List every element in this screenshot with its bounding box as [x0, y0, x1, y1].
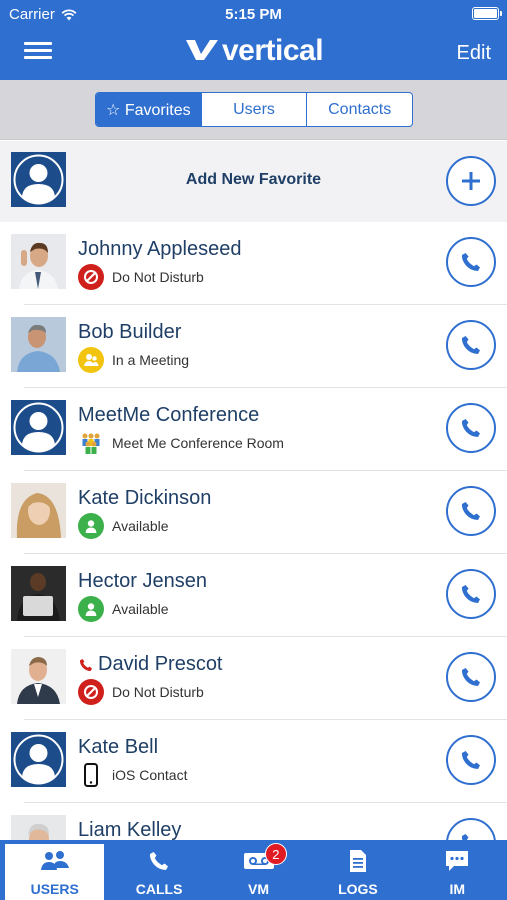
call-button[interactable]	[446, 403, 496, 453]
segment-contacts[interactable]: Contacts	[307, 93, 412, 126]
list-item[interactable]: Hector Jensen Available	[0, 554, 507, 637]
phone-icon	[461, 502, 480, 520]
avatar	[11, 649, 66, 704]
nav-bar: Carrier 5:15 PM vertical Edit	[0, 0, 507, 80]
phone-icon	[461, 834, 469, 840]
voicemail-count-badge: 2	[264, 843, 287, 865]
call-button[interactable]	[446, 486, 496, 536]
tab-label: USERS	[30, 881, 79, 897]
avatar-placeholder-icon	[11, 732, 66, 787]
tab-label: CALLS	[135, 881, 183, 897]
status-time: 5:15 PM	[225, 6, 282, 23]
list-item[interactable]: MeetMe Conference Meet Me Conference Roo…	[0, 388, 507, 471]
do-not-disturb-icon	[78, 679, 104, 705]
on-call-indicator-icon	[79, 658, 92, 671]
contact-status: Available	[112, 518, 169, 534]
favorites-users-contacts-segmented-control: ☆ Favorites Users Contacts	[95, 92, 413, 127]
contact-name: Liam Kelley	[78, 819, 182, 840]
phone-icon	[150, 852, 169, 870]
add-favorite-label: Add New Favorite	[185, 171, 322, 188]
segment-bar: ☆ Favorites Users Contacts	[0, 80, 507, 140]
tab-vm[interactable]: 2 VM	[209, 840, 308, 900]
meeting-icon	[78, 347, 104, 373]
tab-users[interactable]: USERS	[5, 844, 105, 900]
call-button[interactable]	[446, 320, 496, 370]
add-favorite-button[interactable]	[446, 156, 496, 206]
contact-status: Meet Me Conference Room	[112, 435, 284, 451]
tab-im[interactable]: IM	[408, 840, 507, 900]
battery-icon	[472, 7, 502, 20]
list-item[interactable]: Kate Bell iOS Contact	[0, 720, 507, 803]
phone-icon	[461, 751, 480, 769]
contact-status: Do Not Disturb	[112, 269, 204, 285]
list-item[interactable]: Johnny Appleseed Do Not Disturb	[0, 222, 507, 305]
contact-name: Kate Dickinson	[78, 487, 212, 509]
call-button[interactable]	[446, 735, 496, 785]
call-button[interactable]	[446, 569, 496, 619]
tab-label: LOGS	[338, 881, 378, 897]
contact-status: Do Not Disturb	[112, 684, 204, 700]
contact-name: David Prescot	[98, 653, 223, 675]
contact-status: iOS Contact	[112, 767, 188, 783]
phone-device-icon	[78, 762, 104, 788]
tab-label: VM	[248, 881, 270, 897]
segment-favorites[interactable]: ☆ Favorites	[96, 93, 202, 126]
call-button[interactable]	[446, 237, 496, 287]
add-favorite-row[interactable]: Add New Favorite	[0, 141, 507, 222]
available-icon	[78, 513, 104, 539]
tab-logs[interactable]: LOGS	[308, 840, 407, 900]
contact-status: Available	[112, 601, 169, 617]
avatar	[11, 566, 66, 621]
phone-icon	[461, 253, 480, 271]
contact-name: MeetMe Conference	[78, 404, 260, 426]
plus-icon	[462, 172, 480, 190]
conference-room-icon	[78, 430, 104, 456]
favorites-list[interactable]: Johnny Appleseed Do Not Disturb Bob Buil…	[0, 222, 507, 840]
segment-users[interactable]: Users	[202, 93, 308, 126]
avatar	[11, 317, 66, 372]
document-icon	[349, 850, 366, 872]
list-item[interactable]: Kate Dickinson Available	[0, 471, 507, 554]
contact-name: Kate Bell	[78, 736, 159, 758]
call-button[interactable]	[446, 652, 496, 702]
available-icon	[78, 596, 104, 622]
avatar	[11, 483, 66, 538]
logo-text: vertical	[221, 34, 324, 67]
contact-status: In a Meeting	[112, 352, 190, 368]
avatar	[11, 815, 66, 840]
phone-icon	[461, 336, 480, 354]
list-item[interactable]: Liam Kelley	[0, 803, 507, 840]
tab-bar: USERS CALLS 2 VM LOGS IM	[0, 840, 507, 900]
avatar-placeholder-icon	[11, 400, 66, 455]
contact-name: Bob Builder	[78, 321, 182, 343]
list-item[interactable]: Bob Builder In a Meeting	[0, 305, 507, 388]
users-icon	[40, 851, 69, 870]
contact-name: Hector Jensen	[78, 570, 207, 592]
do-not-disturb-icon	[78, 264, 104, 290]
vertical-logo-mark-icon	[185, 40, 218, 60]
contact-name: Johnny Appleseed	[78, 238, 242, 260]
vertical-logo: vertical	[0, 34, 507, 68]
phone-icon	[461, 668, 480, 686]
chat-icon	[446, 851, 469, 871]
status-bar: Carrier 5:15 PM	[0, 0, 507, 28]
avatar	[11, 234, 66, 289]
list-item[interactable]: David Prescot Do Not Disturb	[0, 637, 507, 720]
tab-calls[interactable]: CALLS	[109, 840, 208, 900]
edit-button[interactable]: Edit	[457, 42, 491, 65]
phone-icon	[461, 585, 480, 603]
phone-icon	[461, 419, 480, 437]
tab-label: IM	[449, 881, 466, 897]
call-button[interactable]	[446, 818, 496, 840]
